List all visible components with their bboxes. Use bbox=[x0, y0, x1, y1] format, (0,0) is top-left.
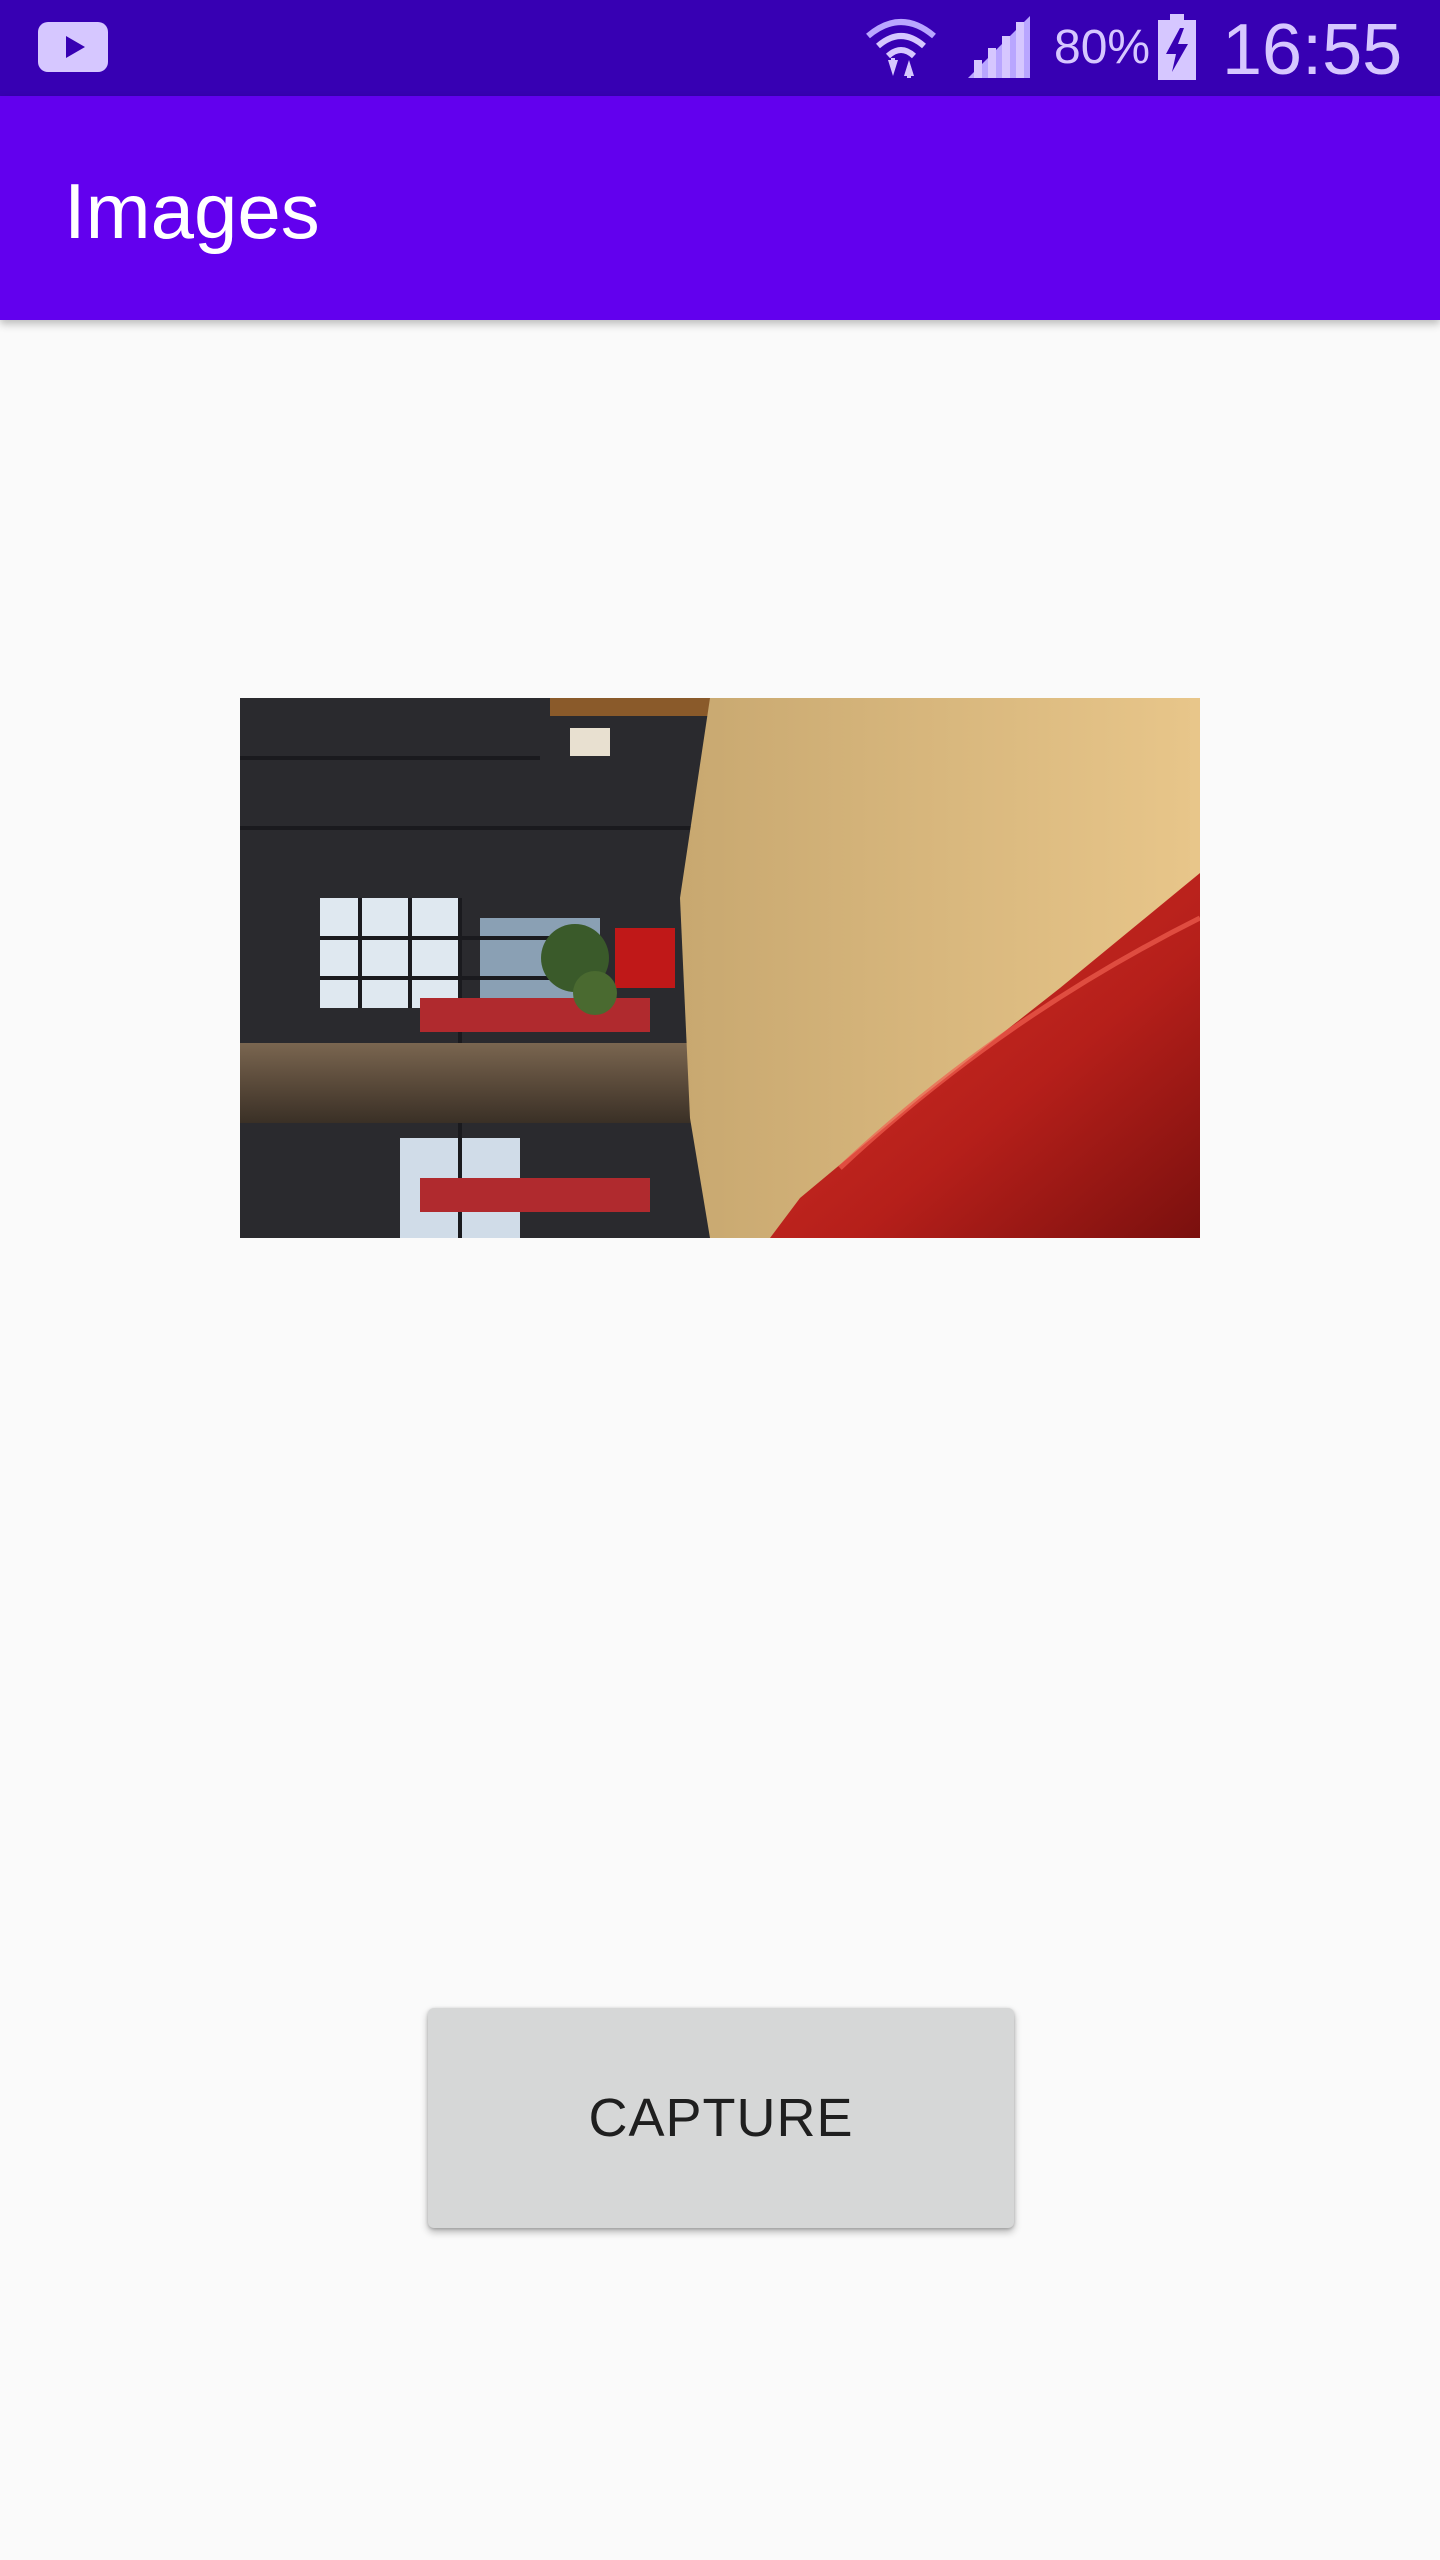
battery-percent: 80% bbox=[1054, 21, 1151, 74]
captured-photo bbox=[240, 698, 1200, 1238]
youtube-icon bbox=[38, 22, 108, 72]
battery-charging-icon bbox=[1158, 14, 1196, 80]
capture-button[interactable]: CAPTURE bbox=[428, 2008, 1014, 2228]
clock: 16:55 bbox=[1222, 10, 1403, 90]
status-bar: 80% 16:55 bbox=[0, 0, 1440, 96]
photo-illustration bbox=[240, 698, 1200, 1238]
cell-signal-icon bbox=[968, 16, 1030, 78]
app-bar: Images bbox=[0, 96, 1440, 320]
page-title: Images bbox=[64, 167, 320, 255]
wifi-icon bbox=[866, 19, 936, 78]
main-content: CAPTURE bbox=[0, 320, 1440, 2560]
